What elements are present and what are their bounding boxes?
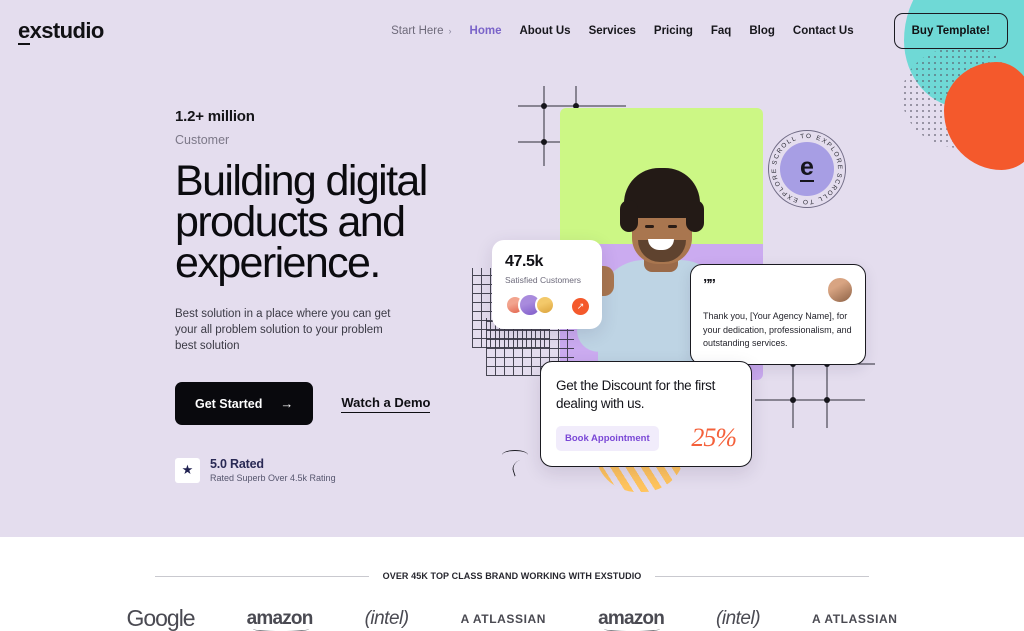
nav-item-pricing[interactable]: Pricing	[654, 25, 693, 37]
landing-page: exstudio Start Here › Home About Us Serv…	[0, 0, 1024, 631]
hero-lead-paragraph: Best solution in a place where you can g…	[175, 308, 391, 352]
hero-eyebrow-label: Customer	[175, 133, 230, 147]
watch-demo-link[interactable]: Watch a Demo	[341, 395, 431, 413]
stat-label: Satisfied Customers	[505, 275, 582, 285]
divider-right	[655, 575, 870, 577]
hero-eyebrow-count: 1.2+ million	[175, 108, 255, 125]
stat-avatar-row: ↗	[505, 293, 589, 317]
brand-logo-atlassian-2: A ATLASSIAN	[812, 611, 898, 626]
discount-percent: 25%	[691, 423, 737, 452]
nav-links: Start Here › Home About Us Services Pric…	[391, 13, 1008, 49]
hero-copy: 1.2+ million Customer Building digital p…	[175, 108, 485, 483]
nav-item-about-us[interactable]: About Us	[519, 25, 570, 37]
testimonial-card: ”” Thank you, [Your Agency Name], for yo…	[690, 264, 866, 365]
avatar	[535, 295, 555, 315]
scroll-badge-letter: e	[800, 153, 814, 182]
book-appointment-button[interactable]: Book Appointment	[556, 425, 659, 451]
discount-promo-card: Get the Discount for the first dealing w…	[540, 361, 752, 467]
chevron-right-icon: ›	[448, 26, 452, 36]
hero-headline: Building digital products and experience…	[175, 157, 428, 287]
rating-title: 5.0 Rated	[210, 457, 264, 471]
promo-title: Get the Discount for the first dealing w…	[556, 378, 716, 411]
brands-section: OVER 45K TOP CLASS BRAND WORKING WITH EX…	[0, 537, 1024, 631]
brand-logo-google: Google	[126, 605, 195, 631]
scroll-badge-center: e	[780, 142, 834, 196]
nav-item-start-here-label: Start Here	[391, 25, 444, 37]
nav-item-faq[interactable]: Faq	[711, 25, 731, 37]
hero-section: exstudio Start Here › Home About Us Serv…	[0, 0, 1024, 537]
brand-logo-amazon: amazon	[246, 607, 313, 631]
brand-logo-amazon-2: amazon	[598, 607, 665, 631]
quote-icon: ””	[703, 276, 716, 293]
testimonial-text: Thank you, [Your Agency Name], for your …	[703, 311, 852, 348]
orange-blob-decoration	[944, 62, 1024, 170]
buy-template-button[interactable]: Buy Template!	[893, 13, 1008, 49]
brands-heading-row: OVER 45K TOP CLASS BRAND WORKING WITH EX…	[0, 537, 1024, 581]
nav-item-blog[interactable]: Blog	[749, 25, 775, 37]
brand-logo-text: xstudio	[29, 18, 105, 43]
stat-number: 47.5k	[505, 253, 544, 270]
get-started-label: Get Started	[195, 396, 263, 411]
brand-logo-mark: e	[18, 18, 30, 45]
rating-text: 5.0 Rated Rated Superb Over 4.5k Rating	[210, 457, 336, 483]
rating-subtitle: Rated Superb Over 4.5k Rating	[210, 473, 336, 483]
nav-item-services[interactable]: Services	[589, 25, 636, 37]
main-navbar: exstudio Start Here › Home About Us Serv…	[0, 0, 1024, 62]
testimonial-header: ””	[703, 277, 853, 303]
testimonial-avatar	[827, 277, 853, 303]
brand-logo-intel-2: (intel)	[716, 607, 761, 629]
star-icon: ★	[175, 457, 200, 483]
avatar-group	[505, 293, 555, 317]
satisfied-customers-card: 47.5k Satisfied Customers ↗	[492, 240, 602, 329]
nav-item-contact-us[interactable]: Contact Us	[793, 25, 854, 37]
divider-left	[155, 575, 369, 577]
nav-item-home[interactable]: Home	[470, 25, 502, 37]
nav-item-start-here[interactable]: Start Here ›	[391, 25, 451, 37]
arrow-up-right-icon[interactable]: ↗	[572, 297, 589, 315]
arc-decoration-b	[510, 457, 532, 477]
promo-action-row: Book Appointment 25%	[556, 423, 737, 453]
brand-logo-intel: (intel)	[364, 607, 410, 629]
get-started-button[interactable]: Get Started →	[175, 382, 314, 425]
brand-logo-atlassian: A ATLASSIAN	[460, 611, 547, 626]
scroll-to-explore-badge[interactable]: SCROLL TO EXPLORE SCROLL TO EXPLORE e	[768, 130, 846, 208]
brand-logo-row: Google amazon (intel) A ATLASSIAN amazon…	[0, 605, 1024, 631]
arrow-right-icon: →	[280, 396, 294, 411]
hero-cta-row: Get Started → Watch a Demo	[175, 382, 485, 425]
brand-logo[interactable]: exstudio	[18, 18, 105, 45]
brands-heading: OVER 45K TOP CLASS BRAND WORKING WITH EX…	[382, 571, 642, 581]
hero-visual: SCROLL TO EXPLORE SCROLL TO EXPLORE e 47…	[470, 78, 890, 492]
rating-block: ★ 5.0 Rated Rated Superb Over 4.5k Ratin…	[175, 457, 485, 483]
